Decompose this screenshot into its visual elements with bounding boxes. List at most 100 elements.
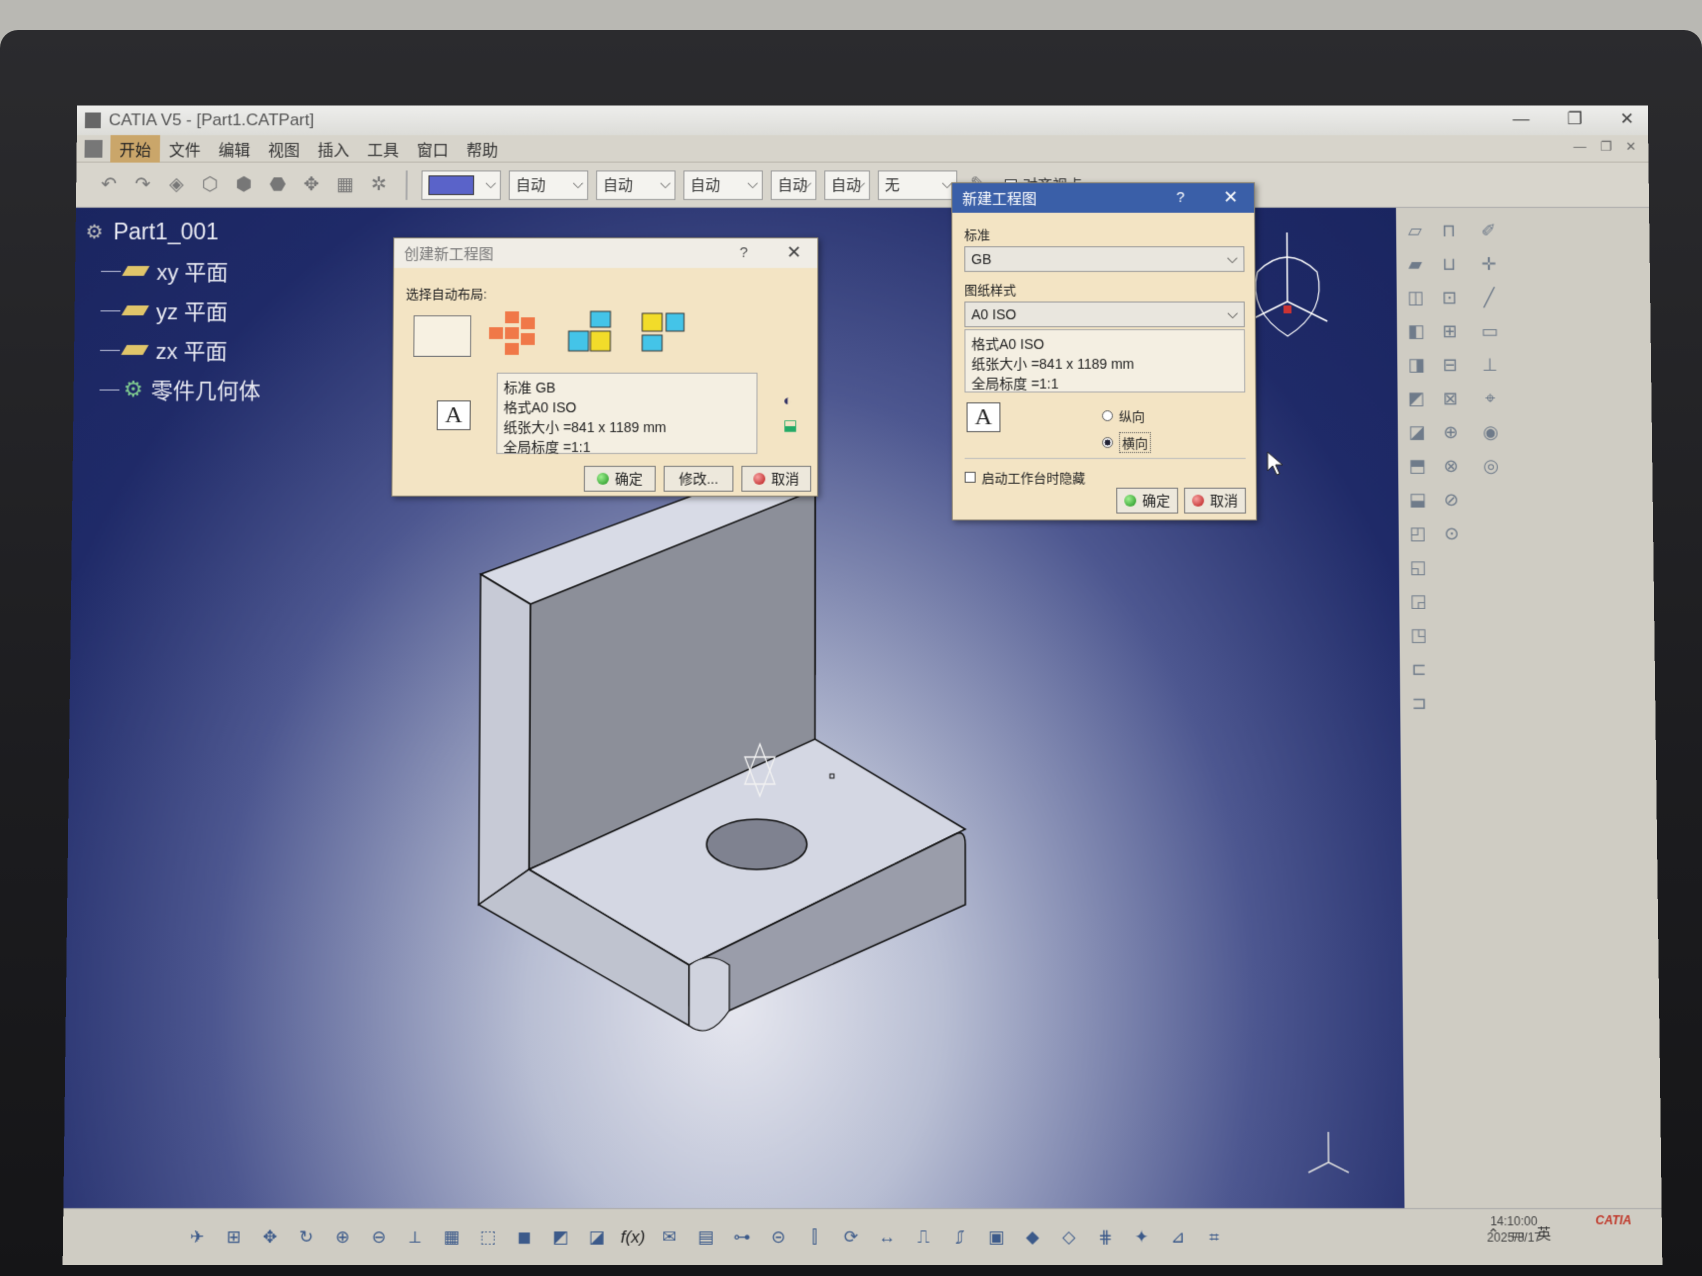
render-icon[interactable]: ◆ bbox=[1019, 1224, 1045, 1250]
formula-icon[interactable]: f(x) bbox=[620, 1224, 646, 1250]
tree-item-part-body[interactable]: ⚙ 零件几何体 bbox=[83, 370, 260, 410]
assemble-tool-icon[interactable]: ⊗ bbox=[1438, 453, 1464, 479]
zoom-in-icon[interactable]: ⊕ bbox=[329, 1224, 355, 1250]
multi-view-icon[interactable]: ▦ bbox=[438, 1224, 464, 1250]
remove-loft-tool-icon[interactable]: ◰ bbox=[1405, 521, 1431, 547]
measure-item-icon[interactable]: ⎍ bbox=[910, 1224, 936, 1250]
shaft-icon[interactable]: ⬣ bbox=[265, 172, 291, 198]
layout-all-views[interactable] bbox=[485, 307, 551, 362]
close-button[interactable]: ✕ bbox=[1620, 110, 1634, 130]
modify-button[interactable]: 修改... bbox=[664, 466, 734, 492]
taskbar-clock[interactable]: 14:10:00 2025/8/17 bbox=[1487, 1213, 1541, 1246]
axis-icon[interactable]: ⊿ bbox=[1165, 1224, 1191, 1250]
transparency-combo[interactable]: 自动 ⌵ bbox=[509, 170, 589, 200]
view-orientation-icon[interactable]: ◐ bbox=[783, 392, 792, 409]
mirror-tool-icon[interactable]: ⊞ bbox=[1437, 318, 1463, 344]
layout-empty-sheet[interactable] bbox=[413, 315, 471, 357]
knowledge-icon[interactable]: ◎ bbox=[1478, 453, 1504, 479]
constraint-icon[interactable]: ⊥ bbox=[1477, 352, 1503, 378]
tree-item-yz-plane[interactable]: yz 平面 bbox=[84, 291, 261, 331]
grid-icon[interactable]: ⋕ bbox=[1092, 1224, 1118, 1250]
shaft-tool-icon[interactable]: ◫ bbox=[1403, 285, 1429, 311]
document-icon[interactable] bbox=[85, 140, 103, 158]
line-thickness-combo[interactable]: 自动 ⌵ bbox=[596, 170, 675, 200]
pad-icon[interactable]: ⬡ bbox=[197, 172, 223, 198]
intersect-tool-icon[interactable]: ⊘ bbox=[1438, 487, 1464, 513]
reference-point-icon[interactable]: ✛ bbox=[1476, 251, 1502, 277]
plane-tool-icon[interactable]: ▭ bbox=[1476, 318, 1502, 344]
landscape-radio[interactable]: 横向 bbox=[1102, 432, 1151, 453]
pan-icon[interactable]: ✥ bbox=[257, 1224, 283, 1250]
menu-start[interactable]: 开始 bbox=[110, 135, 160, 163]
preview-icon[interactable]: ⬓ bbox=[783, 416, 797, 434]
layout-front-top-left[interactable] bbox=[638, 309, 700, 362]
analysis-icon[interactable]: ⌖ bbox=[1477, 386, 1503, 412]
sketch-icon[interactable]: ◈ bbox=[163, 172, 189, 198]
mdi-close-button[interactable]: ✕ bbox=[1625, 139, 1636, 155]
color-combo[interactable]: ⌵ bbox=[421, 170, 501, 200]
portrait-radio[interactable]: 纵向 bbox=[1102, 406, 1145, 425]
groove-tool-icon[interactable]: ◧ bbox=[1403, 318, 1429, 344]
chamfer-tool-icon[interactable]: ◲ bbox=[1405, 588, 1431, 614]
menu-file[interactable]: 文件 bbox=[160, 135, 210, 163]
close-icon[interactable]: ✕ bbox=[786, 242, 801, 263]
mdi-restore-button[interactable]: ❐ bbox=[1600, 139, 1612, 155]
menu-view[interactable]: 视图 bbox=[259, 135, 309, 163]
zoom-out-icon[interactable]: ⊖ bbox=[366, 1224, 392, 1250]
sew-tool-icon[interactable]: ⊡ bbox=[1436, 285, 1462, 311]
split-view-icon[interactable]: ⫿ bbox=[801, 1224, 827, 1250]
table-icon[interactable]: ▤ bbox=[692, 1224, 718, 1250]
tree-item-zx-plane[interactable]: zx 平面 bbox=[84, 330, 261, 370]
layer-combo[interactable]: 自动 ⌵ bbox=[824, 170, 870, 200]
menu-insert[interactable]: 插入 bbox=[309, 135, 359, 163]
snap-icon[interactable]: ⌗ bbox=[1201, 1224, 1227, 1250]
tree-expand-icon[interactable]: ⊶ bbox=[729, 1224, 755, 1250]
restore-button[interactable]: ❐ bbox=[1567, 110, 1582, 130]
ok-button[interactable]: 确定 bbox=[584, 466, 656, 492]
fit-all-icon[interactable]: ⊞ bbox=[220, 1224, 246, 1250]
union-trim-tool-icon[interactable]: ⊙ bbox=[1439, 521, 1465, 547]
hide-show-icon[interactable]: ◩ bbox=[547, 1224, 573, 1250]
tools-icon[interactable]: ✲ bbox=[366, 172, 392, 198]
help-button[interactable]: ? bbox=[739, 244, 747, 261]
compass-reset-icon[interactable]: ✦ bbox=[1128, 1224, 1154, 1250]
minimize-button[interactable]: — bbox=[1513, 110, 1530, 130]
scale-tool-icon[interactable]: ⊠ bbox=[1437, 386, 1463, 412]
table-icon[interactable]: ▦ bbox=[332, 172, 358, 198]
slot-tool-icon[interactable]: ◪ bbox=[1404, 419, 1430, 445]
point-type-combo[interactable]: 自动 ⌵ bbox=[771, 170, 817, 200]
loft-tool-icon[interactable]: ⬓ bbox=[1404, 487, 1430, 513]
menu-help[interactable]: 帮助 bbox=[457, 135, 507, 163]
base-corner-fillet[interactable] bbox=[689, 958, 729, 1031]
pocket-tool-icon[interactable]: ▰ bbox=[1402, 251, 1428, 277]
standard-select[interactable]: GB ⌵ bbox=[964, 246, 1244, 272]
help-button[interactable]: ? bbox=[1176, 189, 1184, 206]
cancel-button[interactable]: 取消 bbox=[741, 466, 811, 492]
layout-front-bottom-right[interactable] bbox=[565, 309, 627, 362]
pattern-tool-icon[interactable]: ⊟ bbox=[1437, 352, 1463, 378]
ok-button[interactable]: 确定 bbox=[1116, 488, 1178, 514]
shading-icon[interactable]: ◼ bbox=[511, 1224, 537, 1250]
shell-tool-icon[interactable]: ⊏ bbox=[1406, 656, 1432, 682]
menu-edit[interactable]: 编辑 bbox=[209, 135, 259, 163]
select-icon[interactable]: ✥ bbox=[298, 172, 324, 198]
mass-icon[interactable]: ⎎ bbox=[947, 1224, 973, 1250]
rotate-icon[interactable]: ↻ bbox=[293, 1224, 319, 1250]
pad-tool-icon[interactable]: ▱ bbox=[1402, 218, 1428, 244]
lock-icon[interactable]: ⊝ bbox=[765, 1224, 791, 1250]
boolean-tool-icon[interactable]: ⊕ bbox=[1438, 419, 1464, 445]
update-icon[interactable]: ⟳ bbox=[838, 1224, 864, 1250]
wall-side-face[interactable] bbox=[479, 574, 531, 904]
capture-icon[interactable]: ▣ bbox=[983, 1224, 1009, 1250]
undo-icon[interactable]: ↶ bbox=[96, 172, 122, 198]
through-hole[interactable] bbox=[707, 819, 807, 869]
render-style-combo[interactable]: 无 ⌵ bbox=[878, 170, 957, 200]
pocket-icon[interactable]: ⬢ bbox=[231, 172, 257, 198]
measure-between-icon[interactable]: ↔ bbox=[874, 1224, 900, 1250]
sketcher-icon[interactable]: ✐ bbox=[1475, 218, 1501, 244]
hole-tool-icon[interactable]: ◨ bbox=[1403, 352, 1429, 378]
swap-visible-icon[interactable]: ◪ bbox=[583, 1224, 609, 1250]
normal-view-icon[interactable]: ⟂ bbox=[402, 1224, 428, 1250]
sheet-style-select[interactable]: A0 ISO ⌵ bbox=[964, 302, 1244, 328]
cancel-button[interactable]: 取消 bbox=[1184, 488, 1246, 514]
